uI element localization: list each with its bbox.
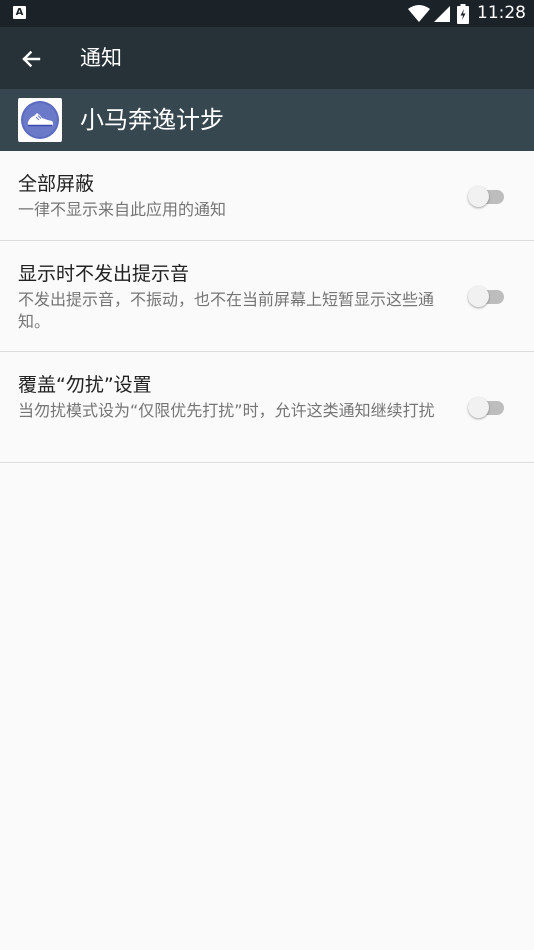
setting-title: 显示时不发出提示音 <box>18 263 190 285</box>
battery-icon <box>457 3 469 24</box>
setting-block-all[interactable]: 全部屏蔽 一律不显示来自此应用的通知 <box>0 151 534 241</box>
setting-silent[interactable]: 显示时不发出提示音 不发出提示音，不振动，也不在当前屏幕上短暂显示这些通知。 <box>0 241 534 352</box>
app-header: 小马奔逸计步 <box>0 89 534 151</box>
setting-title: 覆盖“勿扰”设置 <box>18 374 152 396</box>
block-all-toggle[interactable] <box>468 184 504 208</box>
status-bar: A 11:28 <box>0 0 534 27</box>
status-time: 11:28 <box>477 3 526 23</box>
switch-thumb <box>468 397 489 418</box>
setting-summary: 一律不显示来自此应用的通知 <box>18 200 227 219</box>
status-icons: 11:28 <box>408 0 526 27</box>
signal-icon <box>434 5 450 22</box>
setting-summary: 当勿扰模式设为“仅限优先打扰”时，允许这类通知继续打扰 <box>18 401 435 420</box>
page-title: 通知 <box>80 46 122 70</box>
settings-list: 全部屏蔽 一律不显示来自此应用的通知 显示时不发出提示音 不发出提示音，不振动，… <box>0 151 534 463</box>
shoe-icon <box>21 101 59 139</box>
setting-override-dnd[interactable]: 覆盖“勿扰”设置 当勿扰模式设为“仅限优先打扰”时，允许这类通知继续打扰 <box>0 352 534 463</box>
override-dnd-toggle[interactable] <box>468 395 504 419</box>
switch-thumb <box>468 186 489 207</box>
android-notification-icon: A <box>13 6 26 19</box>
toolbar: 通知 <box>0 27 534 89</box>
setting-title: 全部屏蔽 <box>18 173 95 195</box>
silent-toggle[interactable] <box>468 284 504 308</box>
back-arrow-icon[interactable] <box>16 44 46 74</box>
app-name: 小马奔逸计步 <box>80 106 224 134</box>
app-icon <box>18 98 62 142</box>
switch-thumb <box>468 286 489 307</box>
setting-summary: 不发出提示音，不振动，也不在当前屏幕上短暂显示这些通知。 <box>18 290 435 331</box>
wifi-icon <box>408 4 430 22</box>
